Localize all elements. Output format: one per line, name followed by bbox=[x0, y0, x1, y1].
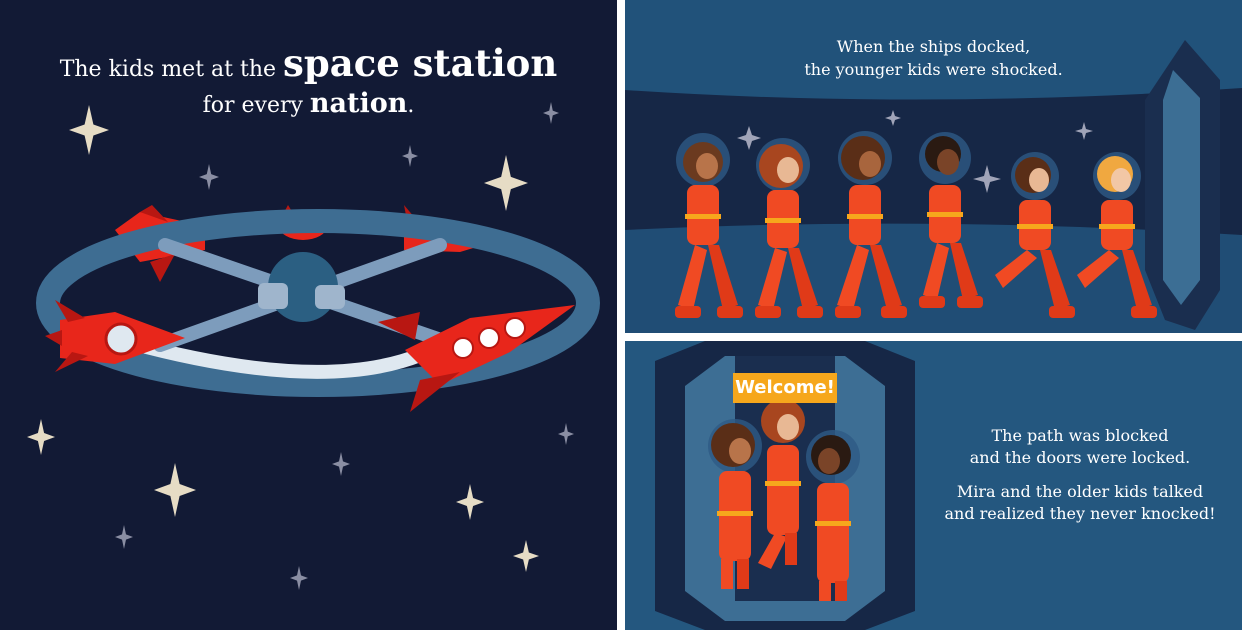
caption-line: the younger kids were shocked. bbox=[804, 60, 1063, 79]
star-icon bbox=[27, 419, 55, 455]
space-station-page: The kids met at the space station for ev… bbox=[0, 0, 617, 630]
star-icon bbox=[199, 164, 219, 190]
title-emphasis: nation bbox=[309, 88, 408, 119]
caption-line: and realized they never knocked! bbox=[944, 504, 1216, 523]
caption-line: Mira and the older kids talked bbox=[956, 482, 1204, 501]
doors-locked-page: Welcome! The path was blocked and the do… bbox=[625, 341, 1242, 630]
docked-caption: When the ships docked, the younger kids … bbox=[625, 35, 1242, 81]
star-icon bbox=[402, 145, 418, 167]
page-title: The kids met at the space station for ev… bbox=[0, 45, 617, 123]
title-text: The kids met at the bbox=[59, 57, 277, 82]
airlock-door bbox=[1145, 40, 1220, 330]
title-line-2: for every nation. bbox=[0, 87, 617, 123]
title-text: for every bbox=[202, 93, 303, 118]
star-icon bbox=[290, 566, 308, 590]
ships-docked-page: When the ships docked, the younger kids … bbox=[625, 0, 1242, 333]
star-icon bbox=[456, 484, 484, 520]
star-icon bbox=[332, 452, 350, 476]
title-line-1: The kids met at the space station bbox=[0, 45, 617, 87]
star-icon bbox=[484, 155, 528, 211]
caption-line: and the doors were locked. bbox=[969, 448, 1191, 467]
star-icon bbox=[115, 525, 133, 549]
caption-line: When the ships docked, bbox=[836, 37, 1031, 56]
locked-caption: The path was blocked and the doors were … bbox=[925, 425, 1235, 525]
title-emphasis: space station bbox=[283, 41, 558, 85]
star-icon bbox=[154, 463, 196, 517]
welcome-sign: Welcome! bbox=[733, 373, 837, 403]
star-icon bbox=[513, 540, 539, 572]
space-station bbox=[36, 209, 600, 397]
star-icon bbox=[558, 423, 574, 445]
title-punctuation: . bbox=[407, 93, 415, 118]
caption-line: The path was blocked bbox=[991, 426, 1169, 445]
